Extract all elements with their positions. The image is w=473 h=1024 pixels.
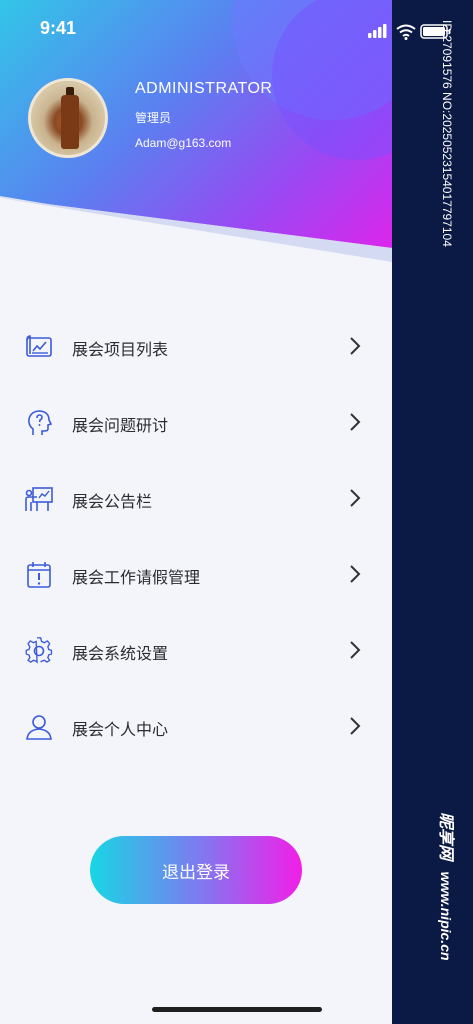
menu-item-project-list[interactable]: 展会项目列表 bbox=[0, 308, 392, 384]
wifi-icon bbox=[396, 24, 416, 40]
profile-name: ADMINISTRATOR bbox=[135, 80, 273, 97]
head-question-icon bbox=[28, 410, 53, 435]
calendar-alert-icon bbox=[27, 562, 51, 588]
menu-item-label: 展会问题研讨 bbox=[72, 416, 169, 435]
watermark-id-text: ID:27091576 NO:20250523154017797104 bbox=[440, 20, 454, 247]
menu-item-label: 展会项目列表 bbox=[72, 340, 169, 359]
watermark-id: ID:27091576 NO:20250523154017797104 bbox=[438, 20, 458, 280]
avatar-bottle bbox=[61, 95, 79, 149]
watermark-brand-name: 昵享网 bbox=[437, 812, 456, 861]
signal-icon bbox=[368, 24, 387, 38]
watermark-brand-line: 昵享网 www.nipic.cn bbox=[436, 812, 460, 961]
chart-board-icon bbox=[26, 335, 52, 357]
app-screen: 9:41 ADMINISTRATOR 管理员 Adam@g163.com 展会项… bbox=[0, 0, 392, 1024]
menu-item-system-settings[interactable]: 展会系统设置 bbox=[0, 612, 392, 688]
home-indicator[interactable] bbox=[152, 1007, 322, 1012]
profile-email: Adam@g163.com bbox=[135, 136, 232, 150]
watermark-url: www.nipic.cn bbox=[438, 871, 454, 961]
chevron-right-icon bbox=[350, 717, 361, 735]
menu-item-label: 展会系统设置 bbox=[72, 644, 169, 663]
gear-icon bbox=[25, 637, 53, 664]
avatar[interactable] bbox=[28, 78, 108, 158]
user-icon bbox=[26, 715, 52, 740]
chevron-right-icon bbox=[350, 489, 361, 507]
chevron-right-icon bbox=[350, 641, 361, 659]
chevron-right-icon bbox=[350, 337, 361, 355]
chevron-right-icon bbox=[350, 413, 361, 431]
chevron-right-icon bbox=[350, 565, 361, 583]
menu-item-label: 展会公告栏 bbox=[72, 492, 153, 511]
status-bar: 9:41 bbox=[0, 0, 392, 58]
menu-item-bulletin[interactable]: 展会公告栏 bbox=[0, 460, 392, 536]
menu-item-label: 展会个人中心 bbox=[72, 720, 169, 739]
menu-item-leave-management[interactable]: 展会工作请假管理 bbox=[0, 536, 392, 612]
status-time: 9:41 bbox=[40, 18, 77, 38]
menu-item-personal-center[interactable]: 展会个人中心 bbox=[0, 688, 392, 764]
menu-item-label: 展会工作请假管理 bbox=[72, 568, 201, 587]
watermark-brand: 昵享网 www.nipic.cn bbox=[428, 812, 468, 1012]
profile-role: 管理员 bbox=[135, 111, 172, 125]
logout-button[interactable]: 退出登录 bbox=[90, 836, 302, 904]
menu-item-discussion[interactable]: 展会问题研讨 bbox=[0, 384, 392, 460]
presentation-icon bbox=[25, 487, 53, 511]
